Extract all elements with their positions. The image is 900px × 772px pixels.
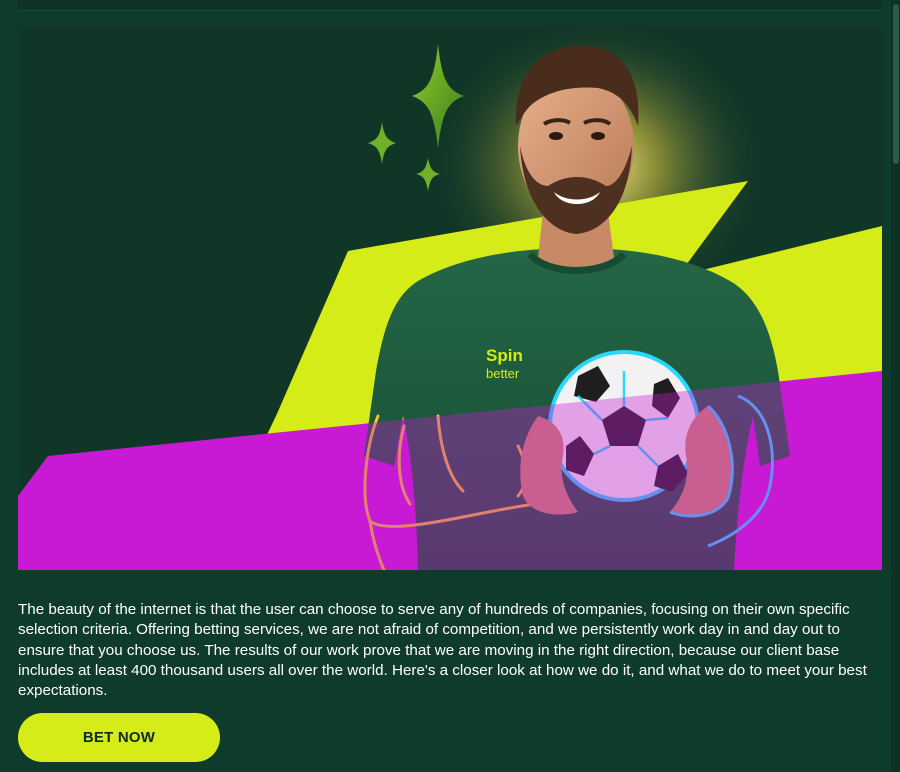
shirt-brand-top: Spin xyxy=(486,346,523,365)
shirt-brand-bottom: better xyxy=(486,366,520,381)
header-edge xyxy=(18,0,882,11)
page: Spin better The beauty of the internet i… xyxy=(0,0,900,772)
bet-now-button[interactable]: BET NOW xyxy=(18,713,220,762)
scrollbar-thumb[interactable] xyxy=(893,4,899,164)
hero-illustration: Spin better xyxy=(18,26,882,570)
scrollbar[interactable] xyxy=(891,0,900,772)
hero-banner: Spin better xyxy=(18,26,882,570)
intro-paragraph: The beauty of the internet is that the u… xyxy=(18,601,867,700)
